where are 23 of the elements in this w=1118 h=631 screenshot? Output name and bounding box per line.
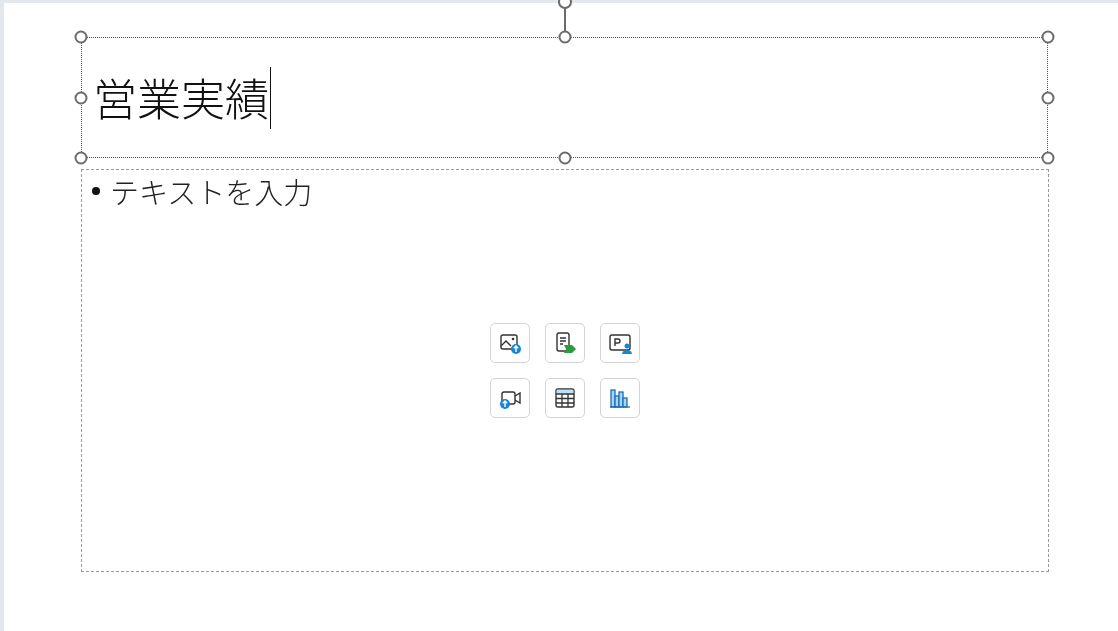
insert-presenter-button[interactable]: [600, 323, 640, 363]
bar-chart-icon: [608, 386, 632, 410]
document-arrow-icon: [553, 331, 577, 355]
resize-handle[interactable]: [558, 151, 571, 165]
resize-handle[interactable]: [1041, 30, 1055, 44]
picture-upload-icon: [498, 331, 522, 355]
insert-video-button[interactable]: [490, 378, 530, 418]
insert-document-button[interactable]: [545, 323, 585, 363]
resize-handle[interactable]: [74, 151, 88, 165]
resize-handle[interactable]: [1041, 151, 1055, 165]
bullet-icon: [92, 187, 100, 195]
placeholder-text: テキストを入力: [110, 170, 313, 212]
resize-handle[interactable]: [74, 30, 88, 44]
table-icon: [553, 386, 577, 410]
insert-picture-button[interactable]: [490, 323, 530, 363]
presenter-icon: [608, 331, 632, 355]
insert-table-button[interactable]: [545, 378, 585, 418]
resize-handle[interactable]: [1041, 91, 1055, 104]
resize-handle[interactable]: [74, 91, 88, 104]
insert-chart-button[interactable]: [600, 378, 640, 418]
content-placeholder[interactable]: テキストを入力: [81, 169, 1049, 572]
slide-title: 営業実績: [93, 71, 269, 124]
resize-handle[interactable]: [558, 30, 571, 44]
